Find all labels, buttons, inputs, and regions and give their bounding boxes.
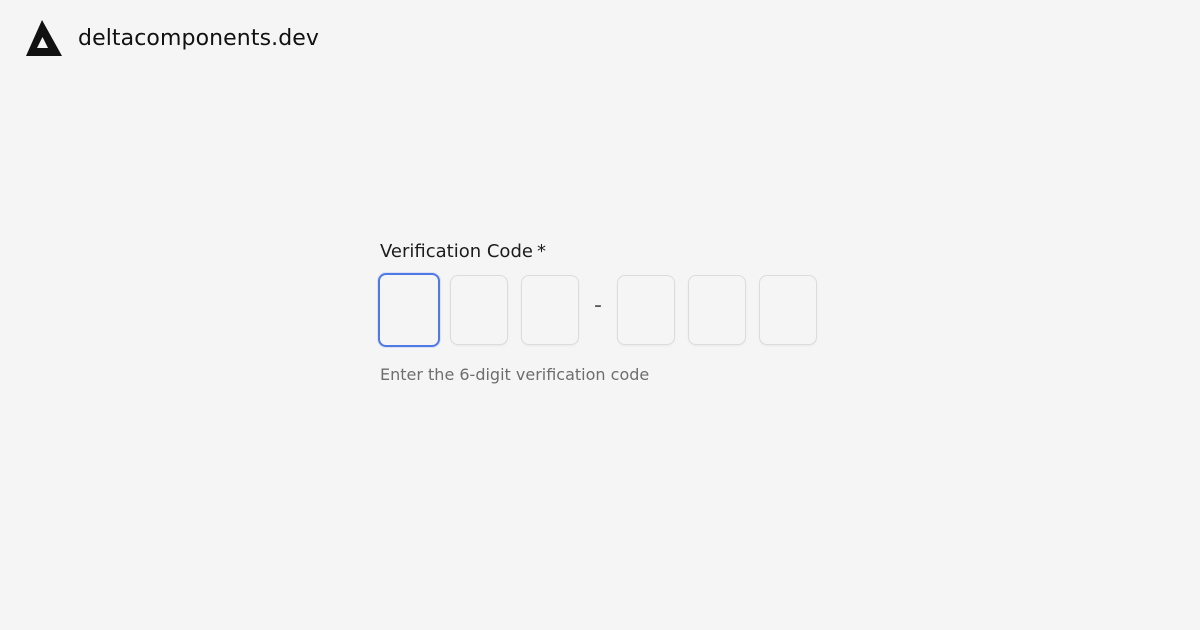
otp-digit-1[interactable]	[378, 273, 440, 347]
otp-separator: -	[594, 293, 602, 318]
verification-code-hint: Enter the 6-digit verification code	[380, 365, 650, 384]
verification-code-label-text: Verification Code	[380, 241, 533, 262]
required-asterisk: *	[536, 241, 546, 262]
otp-digit-4[interactable]	[617, 275, 675, 345]
brand-name: deltacomponents.dev	[78, 25, 320, 51]
otp-digit-6[interactable]	[759, 275, 817, 345]
brand-header: deltacomponents.dev	[24, 18, 319, 58]
verification-code-label: Verification Code *	[380, 240, 838, 264]
otp-digit-3[interactable]	[521, 275, 579, 345]
otp-digit-5[interactable]	[688, 275, 746, 345]
otp-digit-2[interactable]	[450, 275, 508, 345]
delta-logo-icon	[26, 20, 62, 56]
verification-code-field: Verification Code * - Enter the 6-digit v…	[378, 240, 838, 384]
otp-input-group: -	[378, 273, 838, 347]
